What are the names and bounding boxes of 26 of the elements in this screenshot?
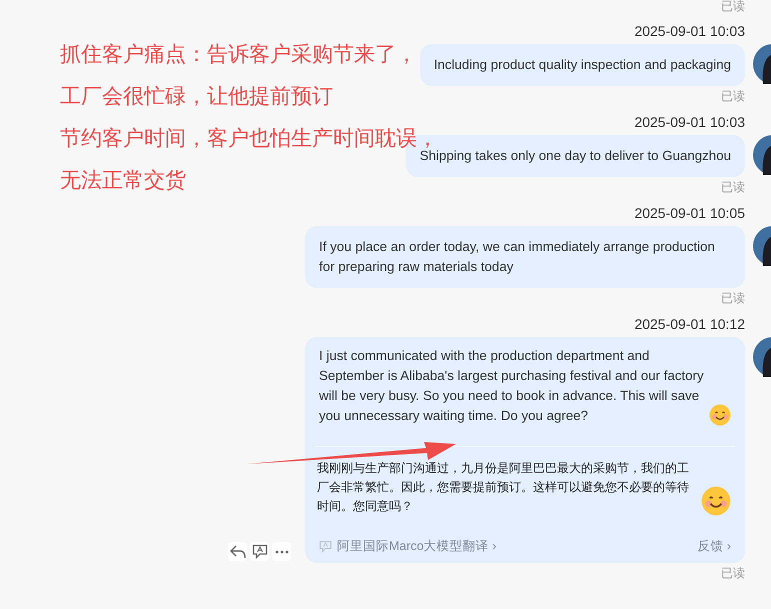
read-status: 已读 (721, 89, 745, 103)
read-status: 已读 (721, 566, 745, 580)
message-text: Shipping takes only one day to deliver to Guangzhou (420, 148, 731, 165)
more-button[interactable] (272, 542, 291, 561)
read-status: 已读 (720, 0, 745, 12)
reply-icon (230, 544, 246, 558)
annotation-text: 抓住客户痛点：告诉客户采购节来了， (60, 41, 417, 68)
message-text: If you place an order today, we can immediately arrange production for preparing raw materials today (319, 238, 716, 276)
message-time: 2025-09-01 10:03 (634, 114, 745, 131)
reply-button[interactable] (228, 542, 247, 561)
message-time: 2025-09-01 10:12 (634, 316, 745, 333)
annotation-text: 工厂会很忙碌，让他提前预订 (60, 83, 333, 110)
message-time: 2025-09-01 10:05 (634, 205, 745, 222)
read-status: 已读 (721, 291, 745, 305)
translate-button[interactable] (250, 542, 269, 561)
translate-icon (252, 544, 268, 559)
translated-text: 我刚刚与生产部门沟通过，九月份是阿里巴巴最大的采购节，我们的工厂会非常繁忙。因此，您需要提前预订。这样可以避免您不必要的等待时间。您同意吗？ (317, 460, 690, 515)
read-status: 已读 (721, 180, 745, 194)
annotation-text: 无法正常交货 (60, 167, 186, 194)
translation-source-link[interactable]: 阿里国际Marco大模型翻译 › (337, 536, 496, 556)
message-text: Including product quality inspection and packaging (434, 56, 731, 74)
translate-icon (319, 540, 332, 552)
feedback-link[interactable]: 反馈 › (697, 536, 731, 556)
message-text: I just communicated with the production department and September is Alibaba's largest purchasing festival and our factory will be very busy. So you need to book in advance. This will save you unnecessary waiting time. Do you agree? (319, 347, 705, 425)
message-time: 2025-09-01 10:03 (634, 23, 745, 40)
more-icon (274, 550, 288, 554)
